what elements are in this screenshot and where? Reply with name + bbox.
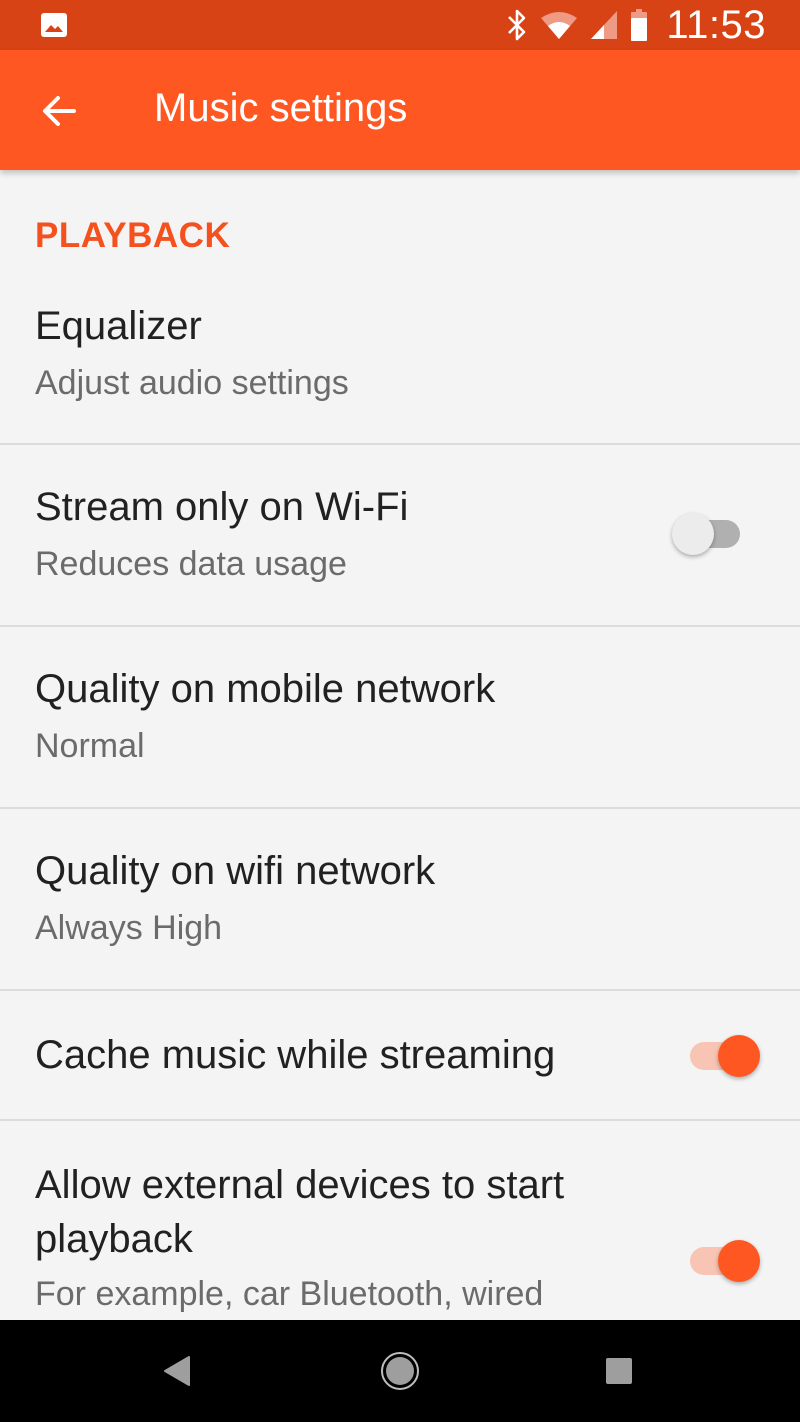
stream-only-wifi-toggle[interactable] [672,509,752,559]
section-header-playback: PLAYBACK [35,216,231,255]
setting-equalizer[interactable]: Equalizer Adjust audio settings [0,270,800,445]
setting-title-line2: playback [35,1217,193,1261]
setting-title: Equalizer [35,304,202,348]
page-title: Music settings [154,86,408,130]
switch-thumb [718,1035,760,1077]
setting-title: Stream only on Wi-Fi [35,485,409,529]
recents-square-icon[interactable] [594,1346,644,1396]
wifi-icon [541,12,578,39]
setting-summary: Always High [35,909,223,947]
back-arrow-icon[interactable] [38,90,80,132]
setting-quality-wifi[interactable]: Quality on wifi network Always High [0,809,800,991]
clock: 11:53 [666,2,766,47]
battery-icon [631,9,648,41]
setting-stream-only-wifi[interactable]: Stream only on Wi-Fi Reduces data usage [0,445,800,627]
setting-title: Quality on wifi network [35,849,436,893]
setting-title: Cache music while streaming [35,1033,556,1077]
gallery-icon [41,13,67,37]
back-triangle-icon[interactable] [156,1346,206,1396]
setting-title-line1: Allow external devices to start [35,1163,565,1207]
cache-music-toggle[interactable] [682,1031,762,1081]
switch-thumb [672,513,714,555]
setting-summary: Adjust audio settings [35,364,349,402]
bluetooth-icon [508,9,526,41]
setting-title: Quality on mobile network [35,667,496,711]
switch-thumb [718,1240,760,1282]
navigation-bar [0,1320,800,1422]
setting-quality-mobile[interactable]: Quality on mobile network Normal [0,627,800,809]
home-circle-icon[interactable] [375,1346,425,1396]
settings-list: PLAYBACK Equalizer Adjust audio settings… [0,170,800,1320]
setting-summary: Normal [35,727,145,765]
setting-cache-music[interactable]: Cache music while streaming [0,991,800,1121]
app-bar: Music settings [0,50,800,170]
allow-external-devices-toggle[interactable] [682,1236,762,1286]
setting-summary: Reduces data usage [35,545,347,583]
status-bar: 11:53 [0,0,800,50]
setting-allow-external-devices[interactable]: Allow external devices to start playback… [0,1121,800,1320]
cellular-signal-icon [591,11,618,39]
setting-summary: For example, car Bluetooth, wired [35,1275,544,1313]
